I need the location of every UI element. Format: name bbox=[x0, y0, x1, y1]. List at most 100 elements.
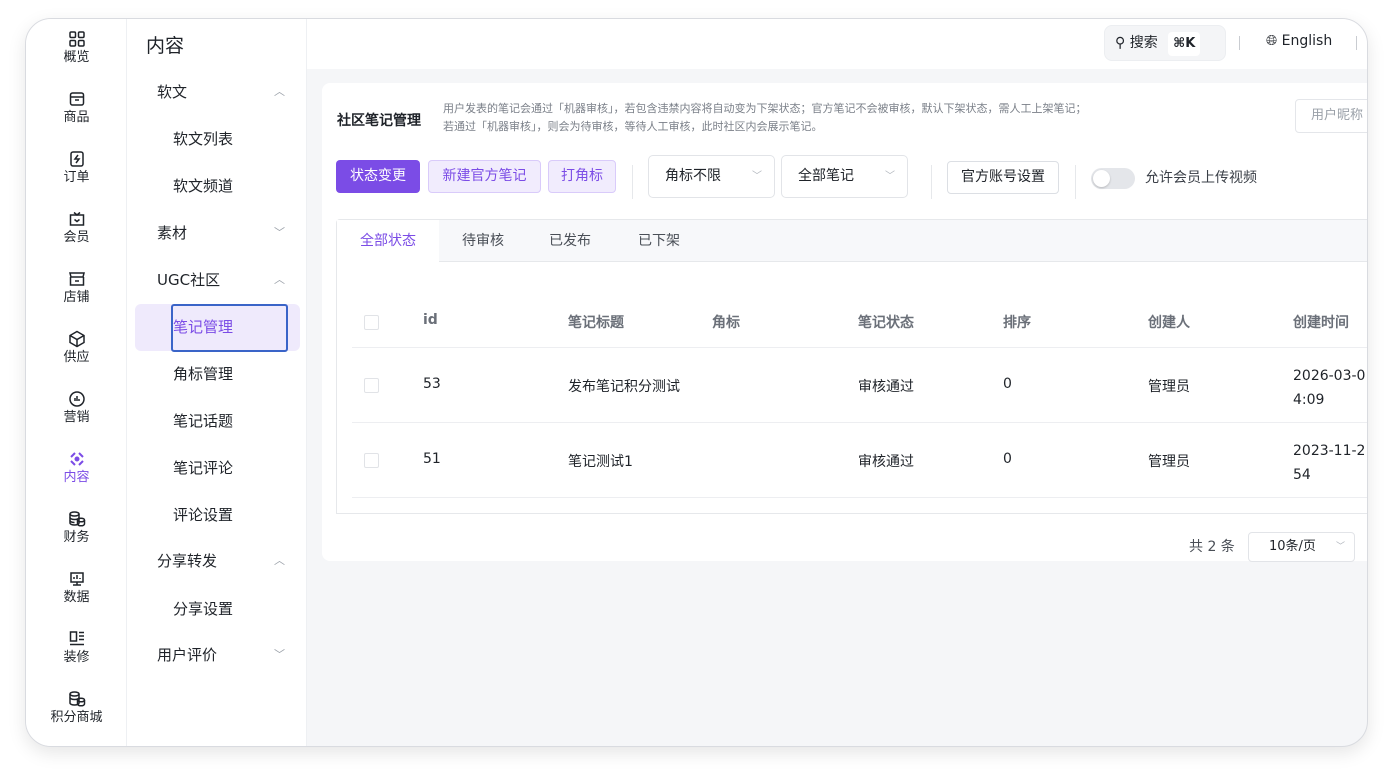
language-label: English bbox=[1281, 33, 1333, 49]
submenu-item-corner-manage[interactable]: 角标管理 bbox=[173, 359, 293, 389]
globe-icon: 🌐︎ bbox=[1266, 33, 1278, 49]
select-all-checkbox[interactable] bbox=[364, 315, 379, 330]
tab-offline[interactable]: 已下架 bbox=[623, 220, 695, 262]
row-checkbox[interactable] bbox=[364, 378, 379, 393]
submenu-item-comment-settings[interactable]: 评论设置 bbox=[173, 500, 293, 530]
cell-status: 审核通过 bbox=[858, 454, 914, 470]
store-icon bbox=[68, 272, 85, 286]
chevron-down-icon: ﹀ bbox=[885, 171, 895, 182]
new-official-note-button[interactable]: 新建官方笔记 bbox=[428, 160, 541, 193]
chevron-down-icon: ﹀ bbox=[752, 171, 762, 182]
submenu-item-note-topic[interactable]: 笔记话题 bbox=[173, 406, 293, 436]
chevron-down-icon: ﹀ bbox=[1335, 542, 1345, 552]
toggle-knob bbox=[1093, 170, 1110, 187]
top-bar: ⚲ 搜索 ⌘K 🌐︎ English bbox=[307, 19, 1367, 69]
content-submenu: 内容 软文 ︿ 软文列表 软文频道 素材 ﹀ UGC社区 ︿ 笔记管理 角标管理… bbox=[127, 19, 307, 746]
cell-id: 53 bbox=[423, 376, 441, 392]
cell-id: 51 bbox=[423, 451, 441, 467]
chevron-up-icon: ︿ bbox=[274, 85, 285, 98]
divider bbox=[632, 165, 633, 199]
chart-icon bbox=[69, 572, 84, 586]
divider bbox=[931, 165, 932, 199]
rail-label: 财务 bbox=[63, 530, 90, 545]
rail-item-supply[interactable]: 供应 bbox=[26, 329, 127, 383]
layout-icon bbox=[69, 631, 84, 646]
corner-select[interactable]: 角标不限 ﹀ bbox=[648, 155, 775, 198]
search-shortcut: ⌘K bbox=[1168, 32, 1201, 56]
cell-creator: 管理员 bbox=[1148, 379, 1190, 395]
submenu-group-share[interactable]: 分享转发 ︿ bbox=[157, 546, 287, 576]
rail-item-goods[interactable]: 商品 bbox=[26, 89, 127, 143]
divider bbox=[1356, 36, 1357, 50]
submenu-group-ugc[interactable]: UGC社区 ︿ bbox=[157, 265, 287, 295]
notes-select[interactable]: 全部笔记 ﹀ bbox=[781, 155, 908, 198]
chevron-up-icon: ︿ bbox=[274, 554, 285, 567]
rail-item-decoration[interactable]: 装修 bbox=[26, 629, 127, 683]
rail-item-overview[interactable]: 概览 bbox=[26, 29, 127, 83]
group-label: 软文 bbox=[157, 83, 188, 101]
group-label: 分享转发 bbox=[157, 552, 218, 570]
created-time: 4:09 bbox=[1293, 392, 1325, 408]
status-tabs: 全部状态 待审核 已发布 已下架 bbox=[336, 219, 1367, 262]
allow-video-label: 允许会员上传视频 bbox=[1145, 170, 1257, 186]
created-date: 2023-11-2 bbox=[1293, 443, 1366, 459]
cell-created: 2026-03-0 4:09 bbox=[1293, 364, 1365, 412]
row-divider bbox=[352, 422, 1367, 423]
rail-item-finance[interactable]: 财务 bbox=[26, 509, 127, 563]
nickname-search-input[interactable]: 用户昵称 bbox=[1295, 99, 1367, 133]
status-change-button[interactable]: 状态变更 bbox=[336, 160, 420, 193]
tab-pending[interactable]: 待审核 bbox=[447, 220, 519, 262]
cell-creator: 管理员 bbox=[1148, 454, 1190, 470]
page-size-select[interactable]: 10条/页 ﹀ bbox=[1248, 532, 1355, 562]
points-icon bbox=[68, 691, 85, 707]
rail-item-members[interactable]: 会员 bbox=[26, 209, 127, 263]
submenu-group-softtext[interactable]: 软文 ︿ bbox=[157, 77, 287, 107]
rail-item-marketing[interactable]: 营销 bbox=[26, 389, 127, 443]
chevron-down-icon: ﹀ bbox=[274, 226, 285, 239]
created-time: 54 bbox=[1293, 467, 1311, 483]
mark-corner-button[interactable]: 打角标 bbox=[548, 160, 616, 193]
submenu-item-share-settings[interactable]: 分享设置 bbox=[173, 594, 293, 624]
rail-item-data[interactable]: 数据 bbox=[26, 569, 127, 623]
rail-label: 订单 bbox=[63, 170, 90, 185]
submenu-group-user-review[interactable]: 用户评价 ﹀ bbox=[157, 640, 287, 670]
created-date: 2026-03-0 bbox=[1293, 368, 1366, 384]
submenu-item-softtext-list[interactable]: 软文列表 bbox=[173, 124, 293, 154]
cell-sort: 0 bbox=[1003, 451, 1012, 467]
language-switch[interactable]: 🌐︎ English bbox=[1266, 33, 1332, 49]
search-button[interactable]: ⚲ 搜索 ⌘K bbox=[1104, 25, 1226, 61]
rail-item-content[interactable]: 内容 bbox=[26, 449, 127, 503]
row-divider bbox=[352, 497, 1367, 498]
box-icon bbox=[68, 330, 85, 348]
rail-label: 店铺 bbox=[63, 290, 90, 305]
group-label: 用户评价 bbox=[157, 646, 218, 664]
submenu-item-note-manage[interactable]: 笔记管理 bbox=[173, 312, 293, 342]
row-checkbox[interactable] bbox=[364, 453, 379, 468]
rail-item-store[interactable]: 店铺 bbox=[26, 269, 127, 323]
description-line: 若通过「机器审核」，则会为待审核，等待人工审核，此时社区内会展示笔记。 bbox=[443, 120, 823, 133]
notes-table: id 笔记标题 角标 笔记状态 排序 创建人 创建时间 53 发布笔记积分测试 … bbox=[336, 261, 1367, 514]
official-account-settings-button[interactable]: 官方账号设置 bbox=[947, 161, 1059, 194]
divider bbox=[1075, 165, 1076, 199]
member-icon bbox=[69, 211, 84, 226]
select-value: 角标不限 bbox=[665, 168, 721, 184]
submenu-item-softtext-channel[interactable]: 软文频道 bbox=[173, 171, 293, 201]
rail-label: 商品 bbox=[63, 110, 90, 125]
tab-published[interactable]: 已发布 bbox=[534, 220, 606, 262]
rail-item-orders[interactable]: 订单 bbox=[26, 149, 127, 203]
allow-video-toggle[interactable] bbox=[1091, 168, 1135, 189]
page-size-value: 10条/页 bbox=[1269, 539, 1316, 554]
bag-icon bbox=[69, 92, 84, 106]
notes-card: 社区笔记管理 用户发表的笔记会通过「机器审核」，若包含违禁内容将自动变为下架状态… bbox=[322, 83, 1367, 562]
icon-rail: 概览 商品 订单 会员 店铺 供应 营销 内容 财务 数据 装修 积分商城 bbox=[26, 19, 127, 746]
select-value: 全部笔记 bbox=[798, 168, 854, 184]
column-header: 角标 bbox=[712, 315, 740, 331]
column-header: 排序 bbox=[1003, 315, 1031, 331]
total-count: 共 2 条 bbox=[1189, 539, 1235, 555]
rail-label: 供应 bbox=[63, 350, 90, 365]
rail-item-points-mall[interactable]: 积分商城 bbox=[26, 689, 127, 743]
submenu-group-material[interactable]: 素材 ﹀ bbox=[157, 218, 287, 248]
tab-all-status[interactable]: 全部状态 bbox=[337, 220, 439, 262]
submenu-item-note-comment[interactable]: 笔记评论 bbox=[173, 453, 293, 483]
content-icon bbox=[69, 452, 84, 466]
